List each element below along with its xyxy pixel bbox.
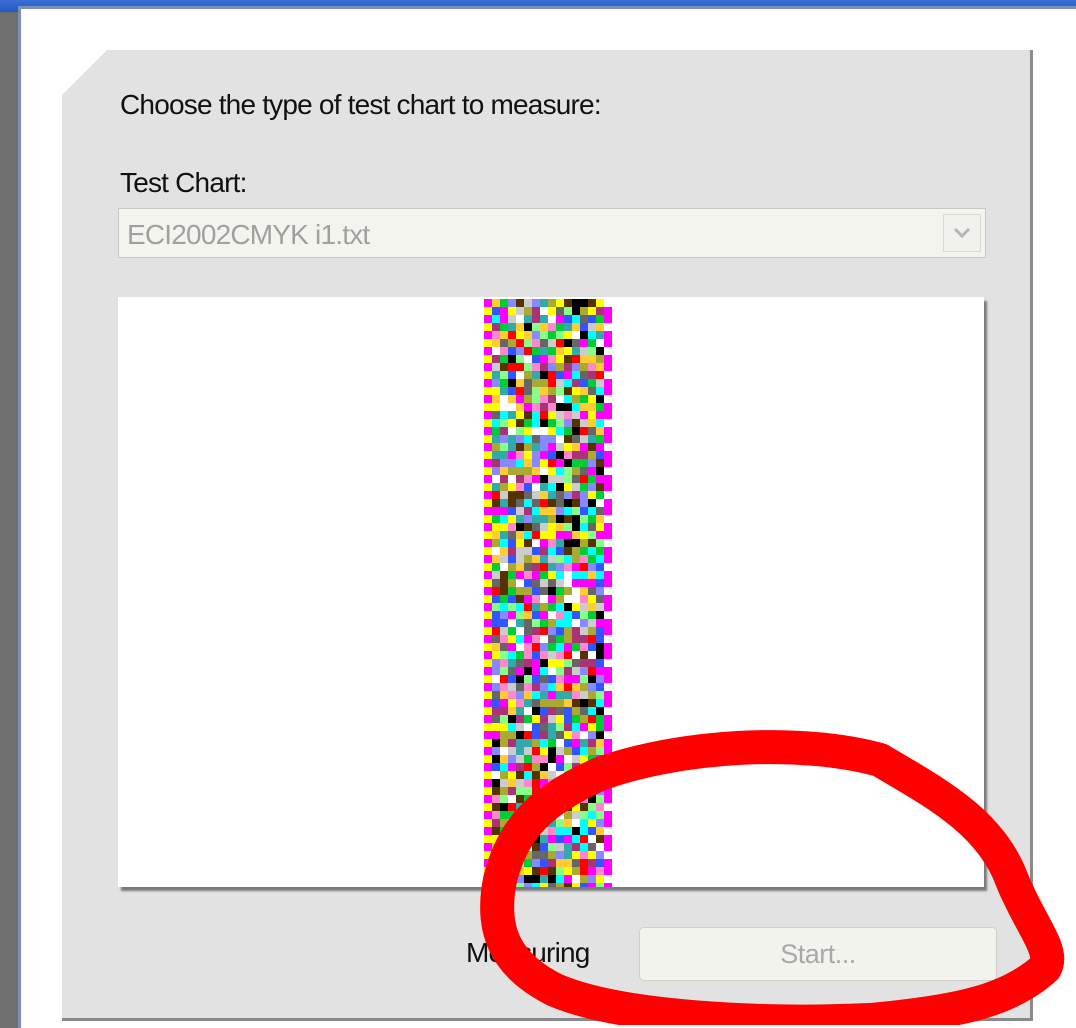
test-chart-patches [484, 299, 612, 887]
test-chart-preview [118, 297, 984, 887]
test-chart-label: Test Chart: [120, 167, 247, 198]
test-chart-selected-value: ECI2002CMYK i1.txt [127, 219, 370, 250]
instruction-label: Choose the type of test chart to measure… [120, 89, 602, 120]
measuring-status-label: Measuring [466, 937, 590, 968]
start-button[interactable]: Start... [639, 927, 997, 981]
chevron-down-icon[interactable] [943, 214, 981, 252]
test-chart-dropdown[interactable]: ECI2002CMYK i1.txt [118, 208, 986, 258]
